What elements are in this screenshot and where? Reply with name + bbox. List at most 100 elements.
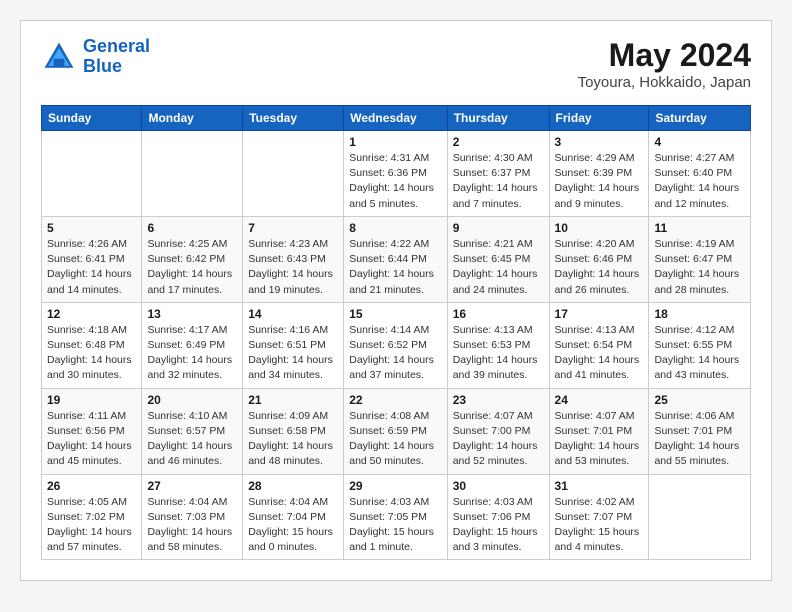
calendar-cell: 21 Sunrise: 4:09 AM Sunset: 6:58 PM Dayli… <box>243 388 344 474</box>
day-number: 20 <box>147 393 237 407</box>
weekday-header: Saturday <box>649 106 751 131</box>
day-info: Sunrise: 4:17 AM Sunset: 6:49 PM Dayligh… <box>147 323 237 384</box>
day-info: Sunrise: 4:03 AM Sunset: 7:05 PM Dayligh… <box>349 495 441 556</box>
day-info: Sunrise: 4:03 AM Sunset: 7:06 PM Dayligh… <box>453 495 544 556</box>
calendar-cell: 7 Sunrise: 4:23 AM Sunset: 6:43 PM Daylig… <box>243 216 344 302</box>
day-number: 6 <box>147 221 237 235</box>
calendar-cell: 26 Sunrise: 4:05 AM Sunset: 7:02 PM Dayli… <box>42 474 142 560</box>
calendar-week-row: 26 Sunrise: 4:05 AM Sunset: 7:02 PM Dayli… <box>42 474 751 560</box>
day-number: 8 <box>349 221 441 235</box>
calendar-table: SundayMondayTuesdayWednesdayThursdayFrid… <box>41 105 751 560</box>
day-number: 24 <box>555 393 644 407</box>
day-info: Sunrise: 4:19 AM Sunset: 6:47 PM Dayligh… <box>654 237 745 298</box>
calendar-cell: 5Sunrise: 4:26 AM Sunset: 6:41 PM Daylig… <box>42 216 142 302</box>
calendar-cell: 1 Sunrise: 4:31 AM Sunset: 6:36 PM Daylig… <box>344 131 447 217</box>
day-info: Sunrise: 4:09 AM Sunset: 6:58 PM Dayligh… <box>248 409 338 470</box>
calendar-cell: 8 Sunrise: 4:22 AM Sunset: 6:44 PM Daylig… <box>344 216 447 302</box>
day-info: Sunrise: 4:08 AM Sunset: 6:59 PM Dayligh… <box>349 409 441 470</box>
header: General Blue May 2024 Toyoura, Hokkaido,… <box>41 37 751 91</box>
day-info: Sunrise: 4:20 AM Sunset: 6:46 PM Dayligh… <box>555 237 644 298</box>
weekday-header: Wednesday <box>344 106 447 131</box>
day-number: 30 <box>453 479 544 493</box>
day-info: Sunrise: 4:23 AM Sunset: 6:43 PM Dayligh… <box>248 237 338 298</box>
calendar-cell: 6Sunrise: 4:25 AM Sunset: 6:42 PM Daylig… <box>142 216 243 302</box>
calendar-cell: 17 Sunrise: 4:13 AM Sunset: 6:54 PM Dayli… <box>549 302 649 388</box>
day-number: 28 <box>248 479 338 493</box>
calendar-cell: 16Sunrise: 4:13 AM Sunset: 6:53 PM Dayli… <box>447 302 549 388</box>
logo: General Blue <box>41 37 150 77</box>
day-info: Sunrise: 4:27 AM Sunset: 6:40 PM Dayligh… <box>654 151 745 212</box>
calendar-cell: 27 Sunrise: 4:04 AM Sunset: 7:03 PM Dayli… <box>142 474 243 560</box>
logo-text: General Blue <box>83 37 150 77</box>
calendar-cell: 14Sunrise: 4:16 AM Sunset: 6:51 PM Dayli… <box>243 302 344 388</box>
calendar-cell <box>649 474 751 560</box>
day-number: 3 <box>555 135 644 149</box>
calendar-cell: 9 Sunrise: 4:21 AM Sunset: 6:45 PM Daylig… <box>447 216 549 302</box>
day-number: 13 <box>147 307 237 321</box>
calendar-cell: 12Sunrise: 4:18 AM Sunset: 6:48 PM Dayli… <box>42 302 142 388</box>
calendar-cell: 19Sunrise: 4:11 AM Sunset: 6:56 PM Dayli… <box>42 388 142 474</box>
calendar-cell: 2Sunrise: 4:30 AM Sunset: 6:37 PM Daylig… <box>447 131 549 217</box>
day-number: 27 <box>147 479 237 493</box>
day-number: 25 <box>654 393 745 407</box>
day-info: Sunrise: 4:07 AM Sunset: 7:00 PM Dayligh… <box>453 409 544 470</box>
calendar-cell: 23Sunrise: 4:07 AM Sunset: 7:00 PM Dayli… <box>447 388 549 474</box>
day-info: Sunrise: 4:05 AM Sunset: 7:02 PM Dayligh… <box>47 495 136 556</box>
calendar-cell <box>142 131 243 217</box>
calendar-cell: 20 Sunrise: 4:10 AM Sunset: 6:57 PM Dayli… <box>142 388 243 474</box>
day-number: 4 <box>654 135 745 149</box>
day-info: Sunrise: 4:13 AM Sunset: 6:54 PM Dayligh… <box>555 323 644 384</box>
day-number: 9 <box>453 221 544 235</box>
calendar-cell: 10 Sunrise: 4:20 AM Sunset: 6:46 PM Dayli… <box>549 216 649 302</box>
calendar-cell: 24 Sunrise: 4:07 AM Sunset: 7:01 PM Dayli… <box>549 388 649 474</box>
day-number: 15 <box>349 307 441 321</box>
calendar-cell <box>42 131 142 217</box>
weekday-header: Tuesday <box>243 106 344 131</box>
calendar-container: General Blue May 2024 Toyoura, Hokkaido,… <box>20 20 772 581</box>
day-info: Sunrise: 4:26 AM Sunset: 6:41 PM Dayligh… <box>47 237 136 298</box>
day-info: Sunrise: 4:22 AM Sunset: 6:44 PM Dayligh… <box>349 237 441 298</box>
day-number: 21 <box>248 393 338 407</box>
logo-icon <box>41 39 77 75</box>
calendar-cell: 11 Sunrise: 4:19 AM Sunset: 6:47 PM Dayli… <box>649 216 751 302</box>
day-number: 10 <box>555 221 644 235</box>
calendar-body: 1 Sunrise: 4:31 AM Sunset: 6:36 PM Daylig… <box>42 131 751 560</box>
day-info: Sunrise: 4:04 AM Sunset: 7:03 PM Dayligh… <box>147 495 237 556</box>
day-number: 17 <box>555 307 644 321</box>
weekday-header: Monday <box>142 106 243 131</box>
day-number: 7 <box>248 221 338 235</box>
day-info: Sunrise: 4:02 AM Sunset: 7:07 PM Dayligh… <box>555 495 644 556</box>
calendar-header: SundayMondayTuesdayWednesdayThursdayFrid… <box>42 106 751 131</box>
calendar-week-row: 19Sunrise: 4:11 AM Sunset: 6:56 PM Dayli… <box>42 388 751 474</box>
logo-line2: Blue <box>83 56 122 76</box>
day-info: Sunrise: 4:14 AM Sunset: 6:52 PM Dayligh… <box>349 323 441 384</box>
day-info: Sunrise: 4:31 AM Sunset: 6:36 PM Dayligh… <box>349 151 441 212</box>
weekday-header: Sunday <box>42 106 142 131</box>
calendar-cell: 13 Sunrise: 4:17 AM Sunset: 6:49 PM Dayli… <box>142 302 243 388</box>
day-number: 12 <box>47 307 136 321</box>
logo-line1: General <box>83 36 150 56</box>
calendar-cell <box>243 131 344 217</box>
day-number: 26 <box>47 479 136 493</box>
calendar-week-row: 1 Sunrise: 4:31 AM Sunset: 6:36 PM Daylig… <box>42 131 751 217</box>
calendar-cell: 30 Sunrise: 4:03 AM Sunset: 7:06 PM Dayli… <box>447 474 549 560</box>
day-number: 14 <box>248 307 338 321</box>
day-info: Sunrise: 4:06 AM Sunset: 7:01 PM Dayligh… <box>654 409 745 470</box>
calendar-cell: 29Sunrise: 4:03 AM Sunset: 7:05 PM Dayli… <box>344 474 447 560</box>
day-number: 19 <box>47 393 136 407</box>
calendar-cell: 4 Sunrise: 4:27 AM Sunset: 6:40 PM Daylig… <box>649 131 751 217</box>
calendar-cell: 15 Sunrise: 4:14 AM Sunset: 6:52 PM Dayli… <box>344 302 447 388</box>
day-info: Sunrise: 4:07 AM Sunset: 7:01 PM Dayligh… <box>555 409 644 470</box>
day-number: 1 <box>349 135 441 149</box>
day-number: 11 <box>654 221 745 235</box>
calendar-week-row: 5Sunrise: 4:26 AM Sunset: 6:41 PM Daylig… <box>42 216 751 302</box>
day-info: Sunrise: 4:04 AM Sunset: 7:04 PM Dayligh… <box>248 495 338 556</box>
day-info: Sunrise: 4:13 AM Sunset: 6:53 PM Dayligh… <box>453 323 544 384</box>
day-info: Sunrise: 4:30 AM Sunset: 6:37 PM Dayligh… <box>453 151 544 212</box>
calendar-cell: 31Sunrise: 4:02 AM Sunset: 7:07 PM Dayli… <box>549 474 649 560</box>
weekday-header: Thursday <box>447 106 549 131</box>
day-info: Sunrise: 4:10 AM Sunset: 6:57 PM Dayligh… <box>147 409 237 470</box>
calendar-cell: 25 Sunrise: 4:06 AM Sunset: 7:01 PM Dayli… <box>649 388 751 474</box>
day-info: Sunrise: 4:21 AM Sunset: 6:45 PM Dayligh… <box>453 237 544 298</box>
day-info: Sunrise: 4:29 AM Sunset: 6:39 PM Dayligh… <box>555 151 644 212</box>
